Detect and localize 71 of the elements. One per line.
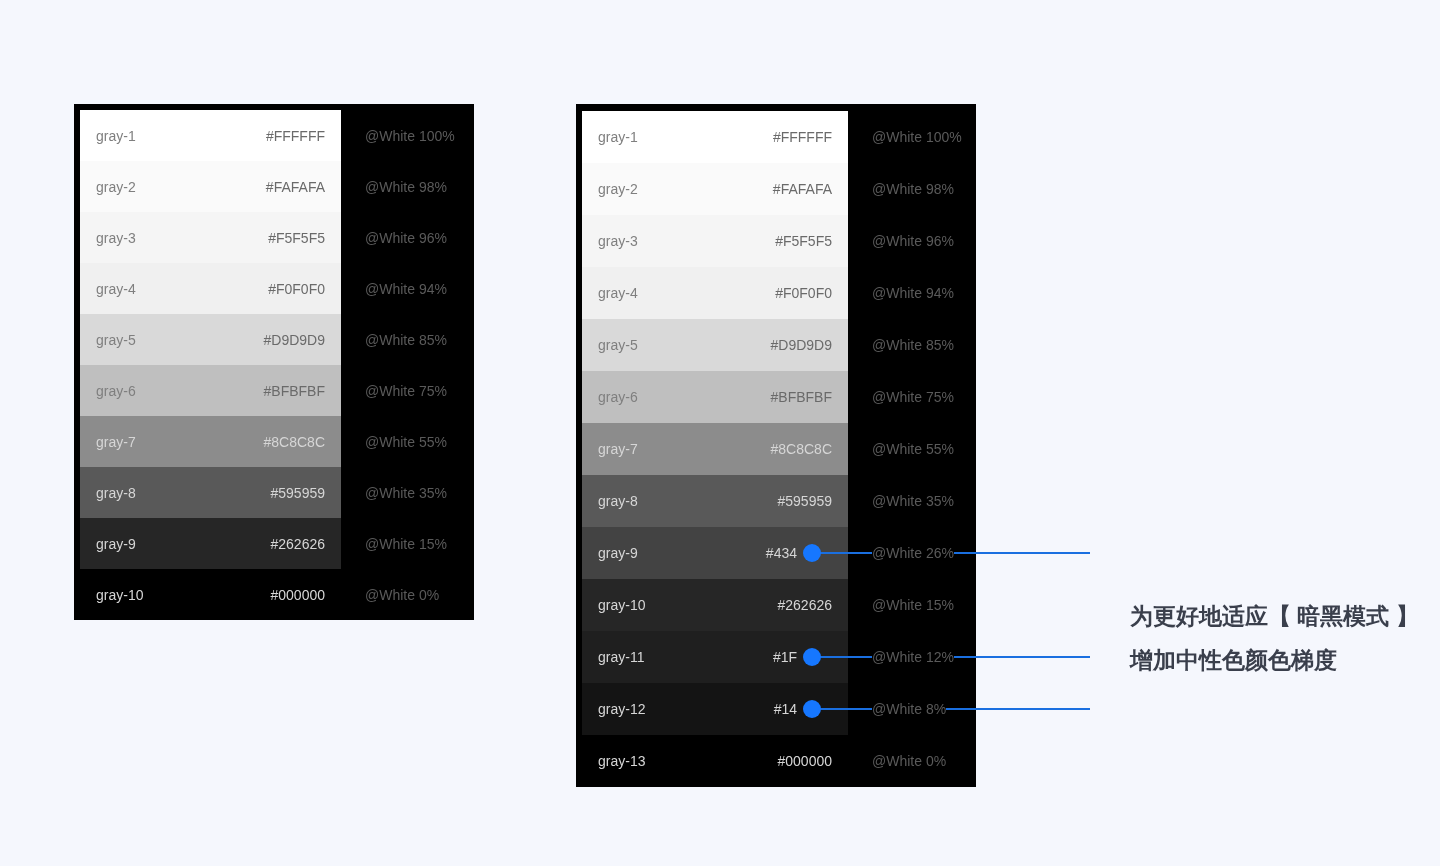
color-name: gray-9 bbox=[96, 535, 136, 552]
color-name: gray-7 bbox=[598, 441, 638, 457]
opacity-label: @White 96% bbox=[365, 229, 447, 246]
color-name: gray-3 bbox=[96, 229, 136, 246]
color-name: gray-6 bbox=[96, 382, 136, 399]
opacity-label: @White 75% bbox=[872, 389, 954, 405]
hex-code: #FFFFFF bbox=[772, 129, 832, 145]
hex-code: #FAFAFA bbox=[265, 178, 325, 195]
opacity-label: @White 26% bbox=[872, 545, 954, 561]
color-name: gray-9 bbox=[598, 545, 638, 561]
color-name: gray-12 bbox=[598, 701, 646, 717]
hex-code: #D9D9D9 bbox=[263, 331, 325, 348]
note-text: 增加中性色颜色梯度 bbox=[1130, 646, 1338, 675]
opacity-label: @White 98% bbox=[365, 178, 447, 195]
hex-code: #BFBFBF bbox=[770, 389, 832, 405]
hex-code: #262626 bbox=[270, 535, 325, 552]
hex-code: #8C8C8C bbox=[263, 433, 325, 450]
opacity-label: @White 15% bbox=[872, 597, 954, 613]
opacity-label: @White 12% bbox=[872, 649, 954, 665]
color-name: gray-3 bbox=[598, 233, 638, 249]
opacity-label: @White 8% bbox=[872, 701, 947, 717]
hex-code: #262626 bbox=[777, 597, 832, 613]
opacity-label: @White 94% bbox=[872, 285, 954, 301]
hex-code: #14 bbox=[773, 701, 797, 717]
color-name: gray-10 bbox=[96, 586, 144, 603]
opacity-label: @White 96% bbox=[872, 233, 954, 249]
color-name: gray-10 bbox=[598, 597, 646, 613]
hex-code: #BFBFBF bbox=[263, 382, 325, 399]
hex-code: #F5F5F5 bbox=[775, 233, 832, 249]
color-name: gray-8 bbox=[598, 493, 638, 509]
color-name: gray-11 bbox=[598, 649, 645, 665]
color-name: gray-2 bbox=[598, 181, 638, 197]
opacity-label: @White 55% bbox=[872, 441, 954, 457]
hex-code: #8C8C8C bbox=[770, 441, 832, 457]
opacity-label: @White 35% bbox=[365, 484, 447, 501]
hex-code: #000000 bbox=[777, 753, 832, 769]
hex-code: #F0F0F0 bbox=[268, 280, 325, 297]
opacity-label: @White 85% bbox=[365, 331, 447, 348]
opacity-label: @White 94% bbox=[365, 280, 447, 297]
hex-code: #595959 bbox=[270, 484, 325, 501]
hex-code: #000000 bbox=[270, 586, 325, 603]
opacity-label: @White 35% bbox=[872, 493, 954, 509]
hex-code: #FAFAFA bbox=[772, 181, 832, 197]
hex-code: #1F bbox=[772, 649, 797, 665]
opacity-label: @White 15% bbox=[365, 535, 447, 552]
opacity-label: @White 85% bbox=[872, 337, 954, 353]
color-name: gray-2 bbox=[96, 178, 136, 195]
note-text: 为更好地适应【 暗黑模式 】 bbox=[1130, 602, 1419, 631]
color-name: gray-7 bbox=[96, 433, 136, 450]
opacity-label: @White 0% bbox=[872, 753, 947, 769]
color-name: gray-8 bbox=[96, 484, 136, 501]
opacity-label: @White 75% bbox=[365, 382, 447, 399]
hex-code: #FFFFFF bbox=[265, 127, 325, 144]
color-name: gray-1 bbox=[96, 127, 136, 144]
color-name: gray-4 bbox=[96, 280, 136, 297]
hex-code: #F5F5F5 bbox=[268, 229, 325, 246]
opacity-label: @White 55% bbox=[365, 433, 447, 450]
color-name: gray-5 bbox=[96, 331, 136, 348]
color-name: gray-1 bbox=[598, 129, 638, 145]
opacity-label: @White 100% bbox=[872, 129, 962, 145]
color-name: gray-4 bbox=[598, 285, 638, 301]
hex-code: #F0F0F0 bbox=[775, 285, 832, 301]
hex-code: #D9D9D9 bbox=[770, 337, 832, 353]
color-name: gray-13 bbox=[598, 753, 646, 769]
opacity-label: @White 98% bbox=[872, 181, 954, 197]
hex-code: #434 bbox=[765, 545, 797, 561]
color-name: gray-5 bbox=[598, 337, 638, 353]
opacity-label: @White 100% bbox=[365, 127, 455, 144]
color-name: gray-6 bbox=[598, 389, 638, 405]
opacity-label: @White 0% bbox=[365, 586, 440, 603]
hex-code: #595959 bbox=[777, 493, 832, 509]
